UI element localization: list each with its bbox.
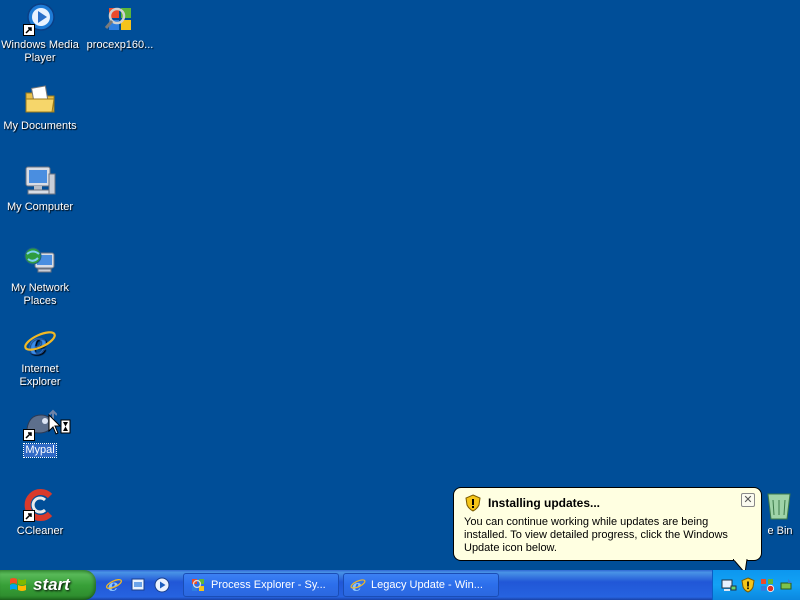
svg-text:e: e xyxy=(28,327,47,360)
safely-remove-hardware-icon[interactable] xyxy=(778,577,794,593)
close-icon[interactable]: ✕ xyxy=(741,493,755,507)
internet-explorer-icon: e xyxy=(350,577,366,595)
svg-text:e: e xyxy=(352,577,362,593)
process-explorer-icon xyxy=(103,2,137,36)
desktop-icon-procexp[interactable]: procexp160... xyxy=(80,2,160,52)
show-desktop-icon[interactable] xyxy=(128,575,148,595)
desktop-icon-my-documents[interactable]: My Documents xyxy=(0,83,80,133)
balloon-message: You can continue working while updates a… xyxy=(464,516,728,554)
ccleaner-icon xyxy=(23,488,57,522)
svg-text:e: e xyxy=(108,576,118,594)
windows-update-shield-icon[interactable] xyxy=(740,577,756,593)
desktop-icon-ccleaner[interactable]: CCleaner xyxy=(0,488,80,538)
desktop-icon-label: My Documents xyxy=(3,120,77,132)
security-shield-icon xyxy=(464,494,482,512)
desktop-icon-label: Windows Media Player xyxy=(1,39,79,64)
network-icon[interactable] xyxy=(721,577,737,593)
system-tray xyxy=(712,570,800,600)
my-network-places-icon xyxy=(23,245,57,279)
desktop-icon-label: e Bin xyxy=(767,525,793,537)
security-center-icon[interactable] xyxy=(759,577,775,593)
internet-explorer-icon[interactable]: e xyxy=(104,575,124,595)
desktop-icon-label: CCleaner xyxy=(16,525,64,537)
desktop: Windows Media Player procexp160... My Do… xyxy=(0,0,800,570)
windows-media-player-icon[interactable] xyxy=(152,575,172,595)
start-label: start xyxy=(33,575,70,594)
desktop-icon-internet-explorer[interactable]: e Internet Explorer xyxy=(0,326,80,389)
balloon-title: Installing updates... xyxy=(488,496,601,510)
taskbar-button-process-explorer[interactable]: Process Explorer - Sy... xyxy=(183,573,339,597)
my-computer-icon xyxy=(23,164,57,198)
desktop-icon-label: Internet Explorer xyxy=(19,363,61,388)
my-documents-icon xyxy=(23,83,57,117)
windows-flag-icon xyxy=(8,575,28,595)
start-button[interactable]: start xyxy=(0,570,96,600)
quick-launch: e xyxy=(104,575,172,595)
update-notification-balloon[interactable]: Installing updates... ✕ You can continue… xyxy=(453,487,762,561)
desktop-icon-label: My Network Places xyxy=(10,282,70,307)
taskbar-button-label: Process Explorer - Sy... xyxy=(211,579,326,591)
desktop-icon-label: My Computer xyxy=(6,201,74,213)
busy-cursor-icon xyxy=(48,413,72,438)
desktop-icon-label: procexp160... xyxy=(86,39,154,51)
recycle-bin-icon xyxy=(762,488,796,522)
windows-media-player-icon xyxy=(23,2,57,36)
taskbar-button-label: Legacy Update - Win... xyxy=(371,579,483,591)
desktop-icon-my-computer[interactable]: My Computer xyxy=(0,164,80,214)
desktop-icon-label: Mypal xyxy=(23,443,57,458)
process-explorer-icon xyxy=(190,577,206,593)
desktop-icon-my-network-places[interactable]: My Network Places xyxy=(0,245,80,308)
taskbar: start e Process Explorer - Sy... e Legac… xyxy=(0,570,800,600)
taskbar-button-legacy-update[interactable]: e Legacy Update - Win... xyxy=(343,573,499,597)
internet-explorer-icon: e xyxy=(23,326,57,362)
desktop-icon-windows-media-player[interactable]: Windows Media Player xyxy=(0,2,80,65)
